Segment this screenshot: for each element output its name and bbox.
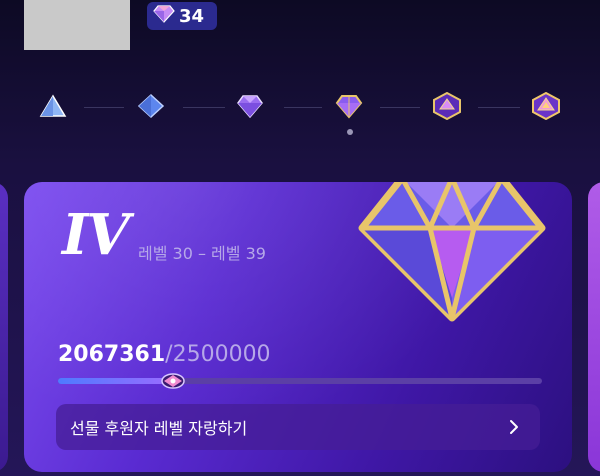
diamond-icon [153, 4, 175, 28]
chevron-right-icon [510, 420, 518, 434]
tier-6-button[interactable] [531, 91, 561, 124]
tier-gem-icon [358, 182, 546, 322]
progress-current: 2067361 [58, 342, 166, 367]
tier-3-button[interactable] [235, 94, 265, 122]
next-tier-card[interactable] [588, 182, 600, 472]
progress-fill [58, 378, 173, 384]
progress-total: 2500000 [172, 342, 271, 367]
tier-numeral: IV [62, 202, 130, 268]
gem-count: 34 [179, 5, 205, 27]
tier-4-button[interactable] [334, 94, 364, 122]
progress-bar [58, 373, 542, 389]
brag-level-label: 선물 후원자 레벨 자랑하기 [70, 419, 248, 438]
gold-gem-icon [334, 92, 364, 124]
tier-connector [183, 107, 225, 108]
hexagon-gem-icon [432, 91, 462, 124]
tier-connector [84, 107, 124, 108]
tier-card: IV 레벨 30 – 레벨 39 2067361/2500000 선물 후원자 … [24, 182, 572, 472]
tier-2-button[interactable] [136, 92, 166, 124]
current-tier-indicator [347, 129, 353, 135]
diamond-gem-icon [136, 92, 166, 124]
gem-balance-badge[interactable]: 34 [147, 2, 217, 30]
hexagon-gold-gem-icon [531, 91, 561, 124]
brag-level-button[interactable]: 선물 후원자 레벨 자랑하기 [56, 404, 540, 450]
progress-text: 2067361/2500000 [58, 342, 271, 367]
tier-connector [380, 107, 420, 108]
tier-progress-track [0, 82, 600, 142]
triangle-gem-icon [38, 92, 68, 124]
avatar[interactable] [24, 0, 130, 50]
tier-connector [284, 107, 322, 108]
purple-gem-icon [235, 92, 265, 124]
rocket-icon [160, 373, 185, 389]
tier-5-button[interactable] [432, 91, 462, 124]
progress-separator: / [165, 342, 173, 367]
tier-1-button[interactable] [38, 94, 68, 122]
level-range: 레벨 30 – 레벨 39 [138, 244, 266, 263]
tier-connector [478, 107, 520, 108]
prev-tier-card[interactable] [0, 182, 8, 472]
